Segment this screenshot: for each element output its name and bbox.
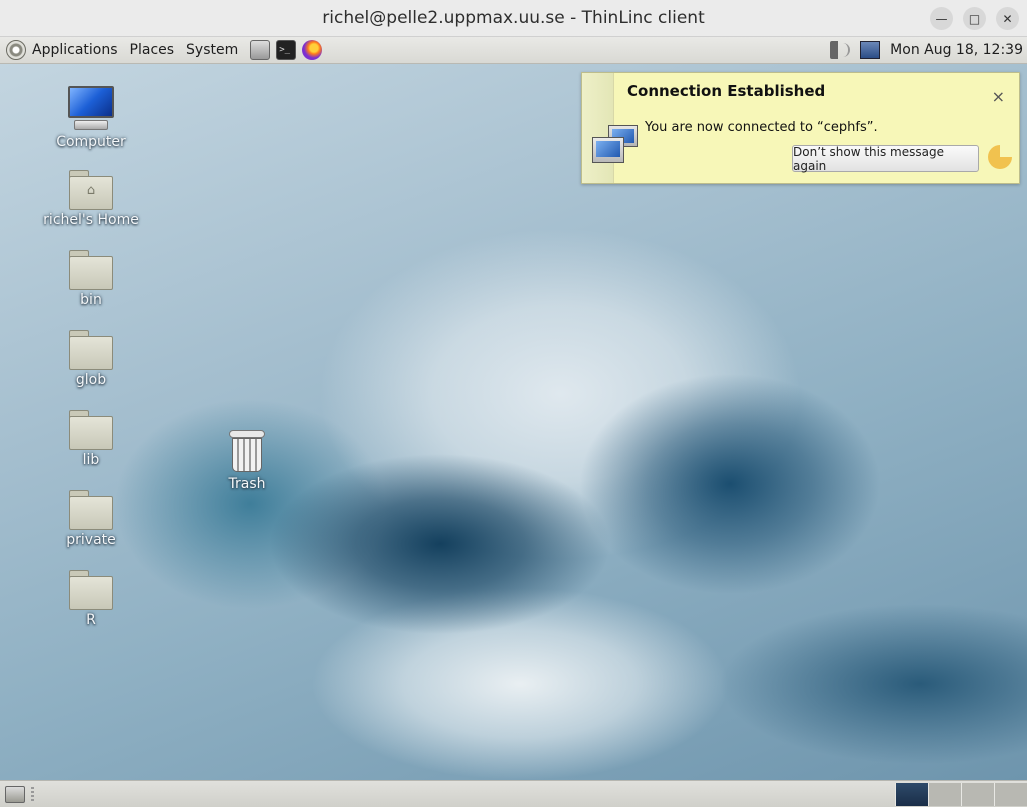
computer-icon [66, 86, 116, 132]
volume-icon[interactable] [830, 41, 851, 59]
folder-icon [68, 568, 114, 610]
panel-handle[interactable] [31, 787, 34, 803]
workspace-1[interactable] [895, 783, 928, 806]
close-button[interactable]: ✕ [996, 7, 1019, 30]
workspace-switcher [895, 783, 1027, 806]
desktop-icon-label: richel's Home [43, 212, 139, 228]
network-icon[interactable] [860, 41, 881, 59]
desktop-icon-bin[interactable]: bin [36, 248, 146, 308]
workspace-3[interactable] [961, 783, 994, 806]
notification-close-icon[interactable]: × [992, 87, 1005, 106]
main-menu-icon[interactable] [6, 40, 26, 60]
network-connection-icon [592, 125, 640, 169]
folder-icon [68, 328, 114, 370]
window-controls: — □ ✕ [930, 7, 1019, 30]
folder-icon [68, 488, 114, 530]
top-panel: Applications Places System >_ Mon Aug 18… [0, 37, 1027, 64]
file-manager-icon[interactable] [250, 40, 271, 60]
desktop-icon-label: glob [75, 372, 107, 388]
places-menu[interactable]: Places [124, 42, 181, 58]
system-menu[interactable]: System [180, 42, 244, 58]
bottom-panel [0, 780, 1027, 807]
folder-icon [68, 248, 114, 290]
desktop-icon-lib[interactable]: lib [36, 408, 146, 468]
applications-menu[interactable]: Applications [26, 42, 124, 58]
desktop-icon-private[interactable]: private [36, 488, 146, 548]
dont-show-again-button[interactable]: Don’t show this message again [792, 145, 979, 173]
folder-icon [68, 408, 114, 450]
firefox-icon[interactable] [302, 40, 323, 60]
desktop-icon-label: R [86, 612, 96, 628]
timeout-indicator-icon [988, 145, 1012, 169]
terminal-icon[interactable]: >_ [276, 40, 297, 60]
workspace-2[interactable] [928, 783, 961, 806]
panel-tray: Mon Aug 18, 12:39 [830, 41, 1027, 59]
desktop-icon-trash[interactable]: Trash [192, 428, 302, 492]
close-icon: ✕ [1002, 11, 1013, 26]
desktop-icon-label: lib [82, 452, 100, 468]
desktop-icon-label: Trash [228, 476, 266, 492]
desktop-icon-computer[interactable]: Computer [36, 86, 146, 150]
notification-message: You are now connected to “cephfs”. [645, 120, 878, 135]
minimize-icon: — [935, 11, 948, 26]
workspace-4[interactable] [994, 783, 1027, 806]
minimize-button[interactable]: — [930, 7, 953, 30]
connection-notification[interactable]: Connection Established × You are now con… [581, 72, 1020, 184]
window-titlebar[interactable]: richel@pelle2.uppmax.uu.se - ThinLinc cl… [0, 0, 1027, 37]
notification-title: Connection Established [627, 82, 826, 100]
home-folder-icon: ⌂ [68, 168, 114, 210]
desktop-icon-home[interactable]: ⌂ richel's Home [36, 168, 146, 228]
window-title: richel@pelle2.uppmax.uu.se - ThinLinc cl… [322, 8, 705, 28]
maximize-button[interactable]: □ [963, 7, 986, 30]
trash-icon [227, 428, 267, 474]
desktop-icon-label: private [66, 532, 116, 548]
maximize-icon: □ [968, 11, 981, 26]
desktop-icon-label: bin [80, 292, 102, 308]
desktop-icon-r[interactable]: R [36, 568, 146, 628]
desktop-icon-glob[interactable]: glob [36, 328, 146, 388]
show-desktop-icon[interactable] [5, 786, 25, 803]
desktop-icon-label: Computer [56, 134, 126, 150]
panel-clock[interactable]: Mon Aug 18, 12:39 [890, 42, 1023, 58]
